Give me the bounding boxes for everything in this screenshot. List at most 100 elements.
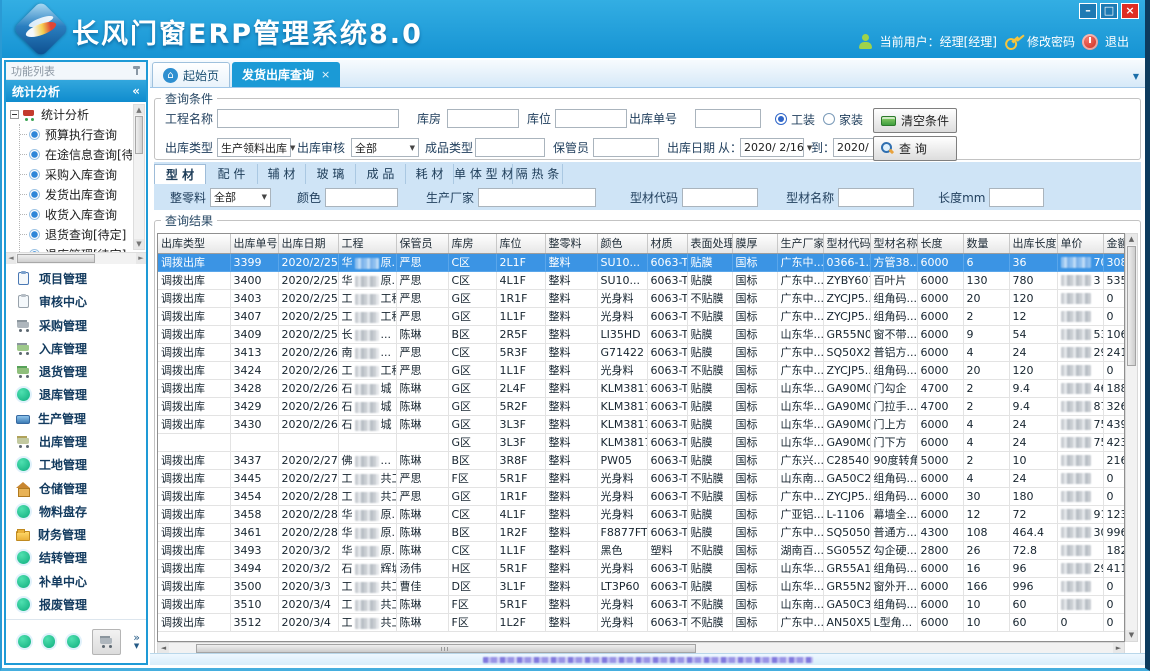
product-type-input[interactable] bbox=[475, 138, 545, 157]
table-row[interactable]: 调拨出库34302020/2/26石城陈琳G区3L3F整料KLM38176063… bbox=[158, 415, 1125, 433]
column-header[interactable]: 保管员 bbox=[396, 234, 448, 253]
tree-vertical-scrollbar[interactable]: ▲ ▼ bbox=[133, 104, 145, 250]
table-row[interactable]: 调拨出库34542020/2/28工共工程严思G区1R1F整料光身料6063-T… bbox=[158, 487, 1125, 505]
material-tab[interactable]: 单 体 型 材 bbox=[454, 164, 513, 184]
clear-conditions-button[interactable]: 清空条件 bbox=[873, 108, 957, 133]
tab-list-dropdown-icon[interactable]: ▼ bbox=[1133, 72, 1139, 81]
material-tab[interactable]: 配 件 bbox=[206, 164, 258, 184]
date-from-select[interactable]: 2020/ 2/16 ▼ bbox=[740, 138, 804, 157]
collapsed-menu-icon[interactable] bbox=[67, 635, 80, 648]
sidebar-item[interactable]: 工地管理 bbox=[16, 455, 146, 475]
sidebar-item[interactable]: 退货管理 bbox=[16, 362, 146, 382]
column-header[interactable]: 数量 bbox=[963, 234, 1009, 253]
table-row[interactable]: 调拨出库34242020/2/26工工程严思G区1L1F整料光身料6063-T5… bbox=[158, 361, 1125, 379]
material-tab[interactable]: 型 材 bbox=[154, 164, 206, 184]
material-tab[interactable]: 成 品 bbox=[356, 164, 406, 184]
logout-link[interactable]: 退出 bbox=[1105, 33, 1129, 50]
scrollbar-thumb[interactable] bbox=[135, 116, 143, 154]
sidebar-item[interactable]: 仓储管理 bbox=[16, 478, 146, 498]
menu-overflow-chevron[interactable]: » ▼ bbox=[133, 633, 140, 651]
project-name-input[interactable] bbox=[217, 109, 399, 128]
sidebar-item[interactable]: 补单中心 bbox=[16, 571, 146, 591]
table-row[interactable]: 调拨出库34612020/2/28华原...陈琳B区1R2F整料F8877FT6… bbox=[158, 523, 1125, 541]
scroll-down-icon[interactable]: ▼ bbox=[1126, 630, 1137, 641]
tab-shipping-out-query[interactable]: 发货出库查询 × bbox=[232, 62, 340, 87]
tree-item[interactable]: 收货入库查询 bbox=[20, 204, 132, 224]
tree-item[interactable]: 预算执行查询 bbox=[20, 124, 132, 144]
search-button[interactable]: 查 询 bbox=[873, 136, 957, 161]
collapsed-menu-icon[interactable] bbox=[18, 635, 31, 648]
close-button[interactable]: × bbox=[1121, 3, 1139, 19]
column-header[interactable]: 出库单号 bbox=[230, 234, 278, 253]
column-header[interactable]: 膜厚 bbox=[732, 234, 777, 253]
table-row[interactable]: 调拨出库34942020/3/2石辉城汤伟H区5R1F整料光身料6063-T5贴… bbox=[158, 559, 1125, 577]
scroll-up-icon[interactable]: ▲ bbox=[1126, 234, 1137, 245]
sidebar-item[interactable]: 入库管理 bbox=[16, 338, 146, 358]
column-header[interactable]: 工程 bbox=[338, 234, 396, 253]
table-row[interactable]: G区3L3F整料KLM38176063-T5贴膜国标山东华...GA90M09.… bbox=[158, 433, 1125, 451]
scrollbar-thumb[interactable] bbox=[1127, 246, 1136, 366]
tree-item[interactable]: 在途信息查询[待 bbox=[20, 144, 132, 164]
grid-vertical-scrollbar[interactable]: ▲ ▼ bbox=[1125, 233, 1138, 642]
radio-industrial[interactable]: 工装 bbox=[775, 109, 815, 129]
code-filter-input[interactable] bbox=[682, 188, 758, 207]
tree-item[interactable]: 采购入库查询 bbox=[20, 164, 132, 184]
change-password-link[interactable]: 修改密码 bbox=[1027, 33, 1075, 50]
out-audit-select[interactable]: 全部 ▼ bbox=[351, 138, 419, 157]
table-row[interactable]: 调拨出库34372020/2/27佛...陈琳B区3R8F整料PW056063-… bbox=[158, 451, 1125, 469]
table-row[interactable]: 调拨出库34292020/2/26石城陈琳G区5R2F整料KLM38176063… bbox=[158, 397, 1125, 415]
table-row[interactable]: 调拨出库33992020/2/25华原...严思C区2L1F整料SU10...6… bbox=[158, 253, 1125, 271]
table-row[interactable]: 调拨出库34032020/2/25工工程严思G区1R1F整料光身料6063-T5… bbox=[158, 289, 1125, 307]
sidebar-item[interactable]: 报废管理 bbox=[16, 594, 146, 614]
location-input[interactable] bbox=[555, 109, 627, 128]
scroll-down-icon[interactable]: ▼ bbox=[134, 239, 144, 249]
tree-item[interactable]: 退货查询[待定] bbox=[20, 224, 132, 244]
tree-root[interactable]: 统计分析 bbox=[10, 104, 132, 124]
column-header[interactable]: 出库长度 bbox=[1009, 234, 1057, 253]
table-row[interactable]: 调拨出库34452020/2/27工共工程严思F区5R1F整料光身料6063-T… bbox=[158, 469, 1125, 487]
scroll-left-icon[interactable]: ◄ bbox=[158, 643, 169, 653]
sidebar-item[interactable]: 财务管理 bbox=[16, 525, 146, 545]
radio-home[interactable]: 家装 bbox=[823, 109, 863, 129]
tree-horizontal-scrollbar[interactable]: ◄ ► bbox=[6, 252, 146, 264]
table-row[interactable]: 调拨出库34092020/2/25长...陈琳B区2R5F整料LI35HD606… bbox=[158, 325, 1125, 343]
column-header[interactable]: 出库类型 bbox=[158, 234, 230, 253]
out-type-select[interactable]: 生产领料出库 ▼ bbox=[217, 138, 291, 157]
order-no-input[interactable] bbox=[695, 109, 761, 128]
column-header[interactable]: 材质 bbox=[647, 234, 687, 253]
column-header[interactable]: 整零料 bbox=[545, 234, 597, 253]
column-header[interactable]: 生产厂家 bbox=[777, 234, 823, 253]
whole-select[interactable]: 全部 ▼ bbox=[210, 188, 271, 207]
scroll-up-icon[interactable]: ▲ bbox=[134, 105, 144, 115]
table-row[interactable]: 调拨出库35002020/3/3工共工程曹佳D区3L1F整料LT3P606063… bbox=[158, 577, 1125, 595]
manufacturer-filter-input[interactable] bbox=[478, 188, 596, 207]
table-row[interactable]: 调拨出库34132020/2/26南...严思C区5R3F整料G71422606… bbox=[158, 343, 1125, 361]
collapsed-menu-icon[interactable] bbox=[43, 635, 56, 648]
table-row[interactable]: 调拨出库35122020/3/4工共工程陈琳F区1L2F整料光身料6063-T5… bbox=[158, 613, 1125, 631]
tree-expander-icon[interactable] bbox=[10, 110, 19, 119]
sidebar-item[interactable]: 项目管理 bbox=[16, 269, 146, 289]
warehouse-input[interactable] bbox=[447, 109, 519, 128]
tree-item[interactable]: 退库管理[待定] bbox=[20, 244, 132, 252]
tab-close-icon[interactable]: × bbox=[321, 68, 330, 81]
maximize-button[interactable]: □ bbox=[1100, 3, 1118, 19]
column-header[interactable]: 库房 bbox=[448, 234, 496, 253]
material-tab[interactable]: 辅 材 bbox=[258, 164, 306, 184]
material-tab[interactable]: 玻 璃 bbox=[306, 164, 356, 184]
menu-cart-button[interactable] bbox=[92, 629, 121, 655]
keeper-input[interactable] bbox=[593, 138, 659, 157]
material-tab[interactable]: 耗 材 bbox=[406, 164, 454, 184]
table-row[interactable]: 调拨出库34932020/3/2华原...陈琳C区1L1F整料黑色塑料不贴膜国标… bbox=[158, 541, 1125, 559]
sidebar-item[interactable]: 生产管理 bbox=[16, 408, 146, 428]
scroll-right-icon[interactable]: ► bbox=[1113, 643, 1124, 653]
column-header[interactable]: 出库日期 bbox=[278, 234, 338, 253]
collapse-icon[interactable]: « bbox=[132, 84, 140, 98]
sidebar-item[interactable]: 出库管理 bbox=[16, 431, 146, 451]
column-header[interactable]: 单价 bbox=[1057, 234, 1103, 253]
length-filter-input[interactable] bbox=[989, 188, 1044, 207]
column-header[interactable]: 表面处理 bbox=[687, 234, 732, 253]
pin-icon[interactable] bbox=[132, 65, 141, 76]
column-header[interactable]: 型材代码 bbox=[823, 234, 870, 253]
column-header[interactable]: 金额 bbox=[1103, 234, 1125, 253]
sidebar-item[interactable]: 物料盘存 bbox=[16, 501, 146, 521]
